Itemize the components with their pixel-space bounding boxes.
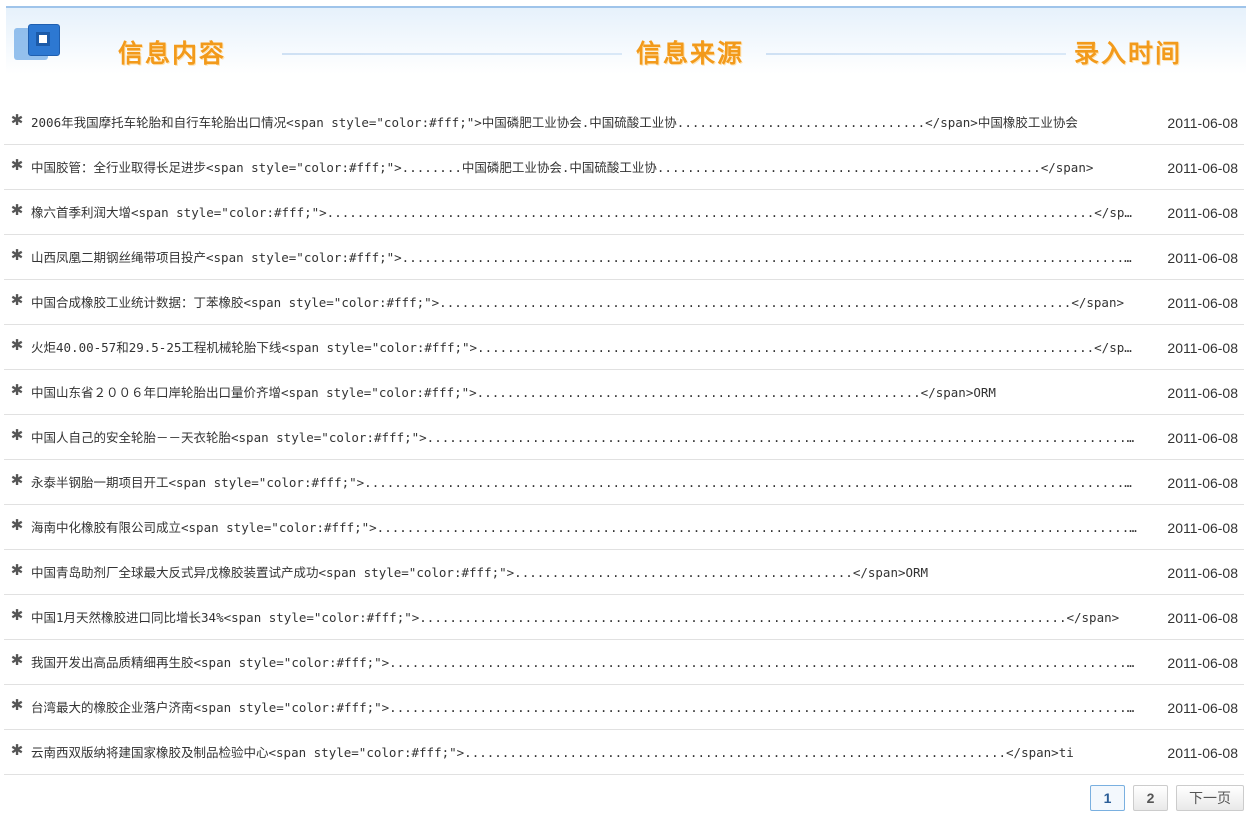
page-1-button[interactable]: 1 [1090,785,1125,811]
list-item-date: 2011-06-08 [1167,295,1238,311]
list-item[interactable]: ✱ 中国青岛助剂厂全球最大反式异戊橡胶装置试产成功<span style="col… [4,550,1244,595]
list-item-title-link[interactable]: 山西凤凰二期钢丝绳带项目投产<span style="color:#fff;">… [31,250,1138,266]
bullet-star-icon: ✱ [10,516,24,534]
list-item-date: 2011-06-08 [1167,475,1238,491]
bullet-star-icon: ✱ [10,381,24,399]
list-header: 信息内容 信息来源 录入时间 [6,6,1246,74]
list-item-title-link[interactable]: 中国合成橡胶工业统计数据：丁苯橡胶<span style="color:#fff… [31,295,1138,311]
bullet-star-icon: ✱ [10,606,24,624]
bullet-star-icon: ✱ [10,111,24,129]
bullet-star-icon: ✱ [10,471,24,489]
list-item-title-link[interactable]: 2006年我国摩托车轮胎和自行车轮胎出口情况<span style="color… [31,115,1138,131]
list-item[interactable]: ✱ 中国1月天然橡胶进口同比增长34%<span style="color:#ff… [4,595,1244,640]
header-time-label: 录入时间 [1074,39,1183,68]
list-item-date: 2011-06-08 [1167,205,1238,221]
bullet-star-icon: ✱ [10,291,24,309]
list-item-date: 2011-06-08 [1167,160,1238,176]
list-item-title-link[interactable]: 海南中化橡胶有限公司成立<span style="color:#fff;">..… [31,520,1138,536]
list-item[interactable]: ✱ 永泰半钢胎一期项目开工<span style="color:#fff;">..… [4,460,1244,505]
list-item-title-link[interactable]: 中国人自己的安全轮胎－－天衣轮胎<span style="color:#fff;… [31,430,1138,446]
list-item-date: 2011-06-08 [1167,520,1238,536]
list-item-title-link[interactable]: 永泰半钢胎一期项目开工<span style="color:#fff;">...… [31,475,1138,491]
list-item[interactable]: ✱ 火炬40.00-57和29.5-25工程机械轮胎下线<span style="… [4,325,1244,370]
list-item-date: 2011-06-08 [1167,115,1238,131]
list-item[interactable]: ✱ 中国胶管：全行业取得长足进步<span style="color:#fff;"… [4,145,1244,190]
bullet-star-icon: ✱ [10,156,24,174]
list-item-title-link[interactable]: 台湾最大的橡胶企业落户济南<span style="color:#fff;">.… [31,700,1138,716]
bullet-star-icon: ✱ [10,246,24,264]
list-item[interactable]: ✱ 台湾最大的橡胶企业落户济南<span style="color:#fff;">… [4,685,1244,730]
list-item-date: 2011-06-08 [1167,250,1238,266]
list-item[interactable]: ✱ 我国开发出高品质精细再生胶<span style="color:#fff;">… [4,640,1244,685]
header-content-label: 信息内容 [118,39,227,68]
list-item[interactable]: ✱ 云南西双版纳将建国家橡胶及制品检验中心<span style="color:#… [4,730,1244,775]
list-item[interactable]: ✱ 中国合成橡胶工业统计数据：丁苯橡胶<span style="color:#ff… [4,280,1244,325]
header-logo-icon [14,24,62,64]
header-divider [766,53,1066,55]
list-item-title-link[interactable]: 中国1月天然橡胶进口同比增长34%<span style="color:#fff… [31,610,1138,626]
bullet-star-icon: ✱ [10,561,24,579]
list-item[interactable]: ✱ 2006年我国摩托车轮胎和自行车轮胎出口情况<span style="colo… [4,100,1244,145]
list-item-date: 2011-06-08 [1167,655,1238,671]
list-item-date: 2011-06-08 [1167,385,1238,401]
list-item-title-link[interactable]: 中国青岛助剂厂全球最大反式异戊橡胶装置试产成功<span style="colo… [31,565,1138,581]
next-page-button[interactable]: 下一页 [1176,785,1244,811]
list-item-title-link[interactable]: 云南西双版纳将建国家橡胶及制品检验中心<span style="color:#f… [31,745,1138,761]
bullet-star-icon: ✱ [10,336,24,354]
list-item-title-link[interactable]: 橡六首季利润大增<span style="color:#fff;">......… [31,205,1138,221]
list-item-title-link[interactable]: 火炬40.00-57和29.5-25工程机械轮胎下线<span style="c… [31,340,1138,356]
bullet-star-icon: ✱ [10,696,24,714]
list-item-date: 2011-06-08 [1167,610,1238,626]
bullet-star-icon: ✱ [10,651,24,669]
list-item-date: 2011-06-08 [1167,745,1238,761]
list-item-date: 2011-06-08 [1167,700,1238,716]
list-item-title-link[interactable]: 中国山东省２００６年口岸轮胎出口量价齐增<span style="color:#… [31,385,1138,401]
list-item[interactable]: ✱ 橡六首季利润大增<span style="color:#fff;">.....… [4,190,1244,235]
pagination: 1 2 下一页 [1090,785,1244,811]
list-item-title-link[interactable]: 我国开发出高品质精细再生胶<span style="color:#fff;">.… [31,655,1138,671]
list-item-date: 2011-06-08 [1167,430,1238,446]
header-source-label: 信息来源 [636,39,745,68]
header-divider [282,53,622,55]
list-item[interactable]: ✱ 中国山东省２００６年口岸轮胎出口量价齐增<span style="color:… [4,370,1244,415]
news-list: ✱ 2006年我国摩托车轮胎和自行车轮胎出口情况<span style="colo… [4,100,1244,775]
bullet-star-icon: ✱ [10,201,24,219]
list-item[interactable]: ✱ 山西凤凰二期钢丝绳带项目投产<span style="color:#fff;"… [4,235,1244,280]
list-item[interactable]: ✱ 中国人自己的安全轮胎－－天衣轮胎<span style="color:#fff… [4,415,1244,460]
list-item-date: 2011-06-08 [1167,565,1238,581]
bullet-star-icon: ✱ [10,741,24,759]
list-item-title-link[interactable]: 中国胶管：全行业取得长足进步<span style="color:#fff;">… [31,160,1138,176]
list-item-date: 2011-06-08 [1167,340,1238,356]
bullet-star-icon: ✱ [10,426,24,444]
page-2-button[interactable]: 2 [1133,785,1168,811]
list-item[interactable]: ✱ 海南中化橡胶有限公司成立<span style="color:#fff;">.… [4,505,1244,550]
